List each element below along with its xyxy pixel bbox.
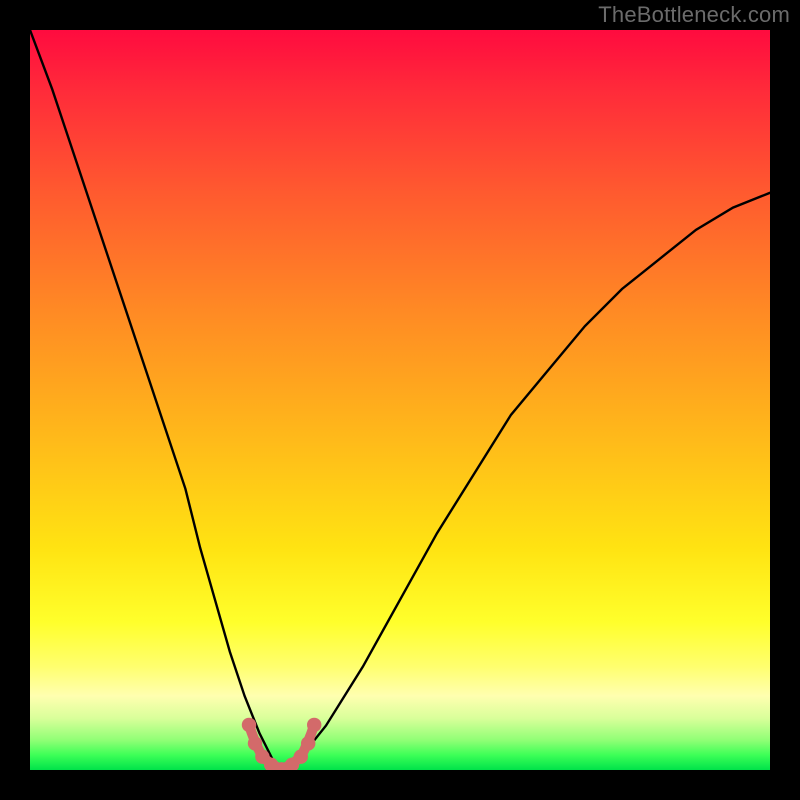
bottleneck-curve (30, 30, 770, 770)
attribution-label: TheBottleneck.com (598, 2, 790, 28)
chart-stage: TheBottleneck.com (0, 0, 800, 800)
curve-layer (30, 30, 770, 770)
highlight-dots (242, 718, 322, 770)
plot-area (30, 30, 770, 770)
